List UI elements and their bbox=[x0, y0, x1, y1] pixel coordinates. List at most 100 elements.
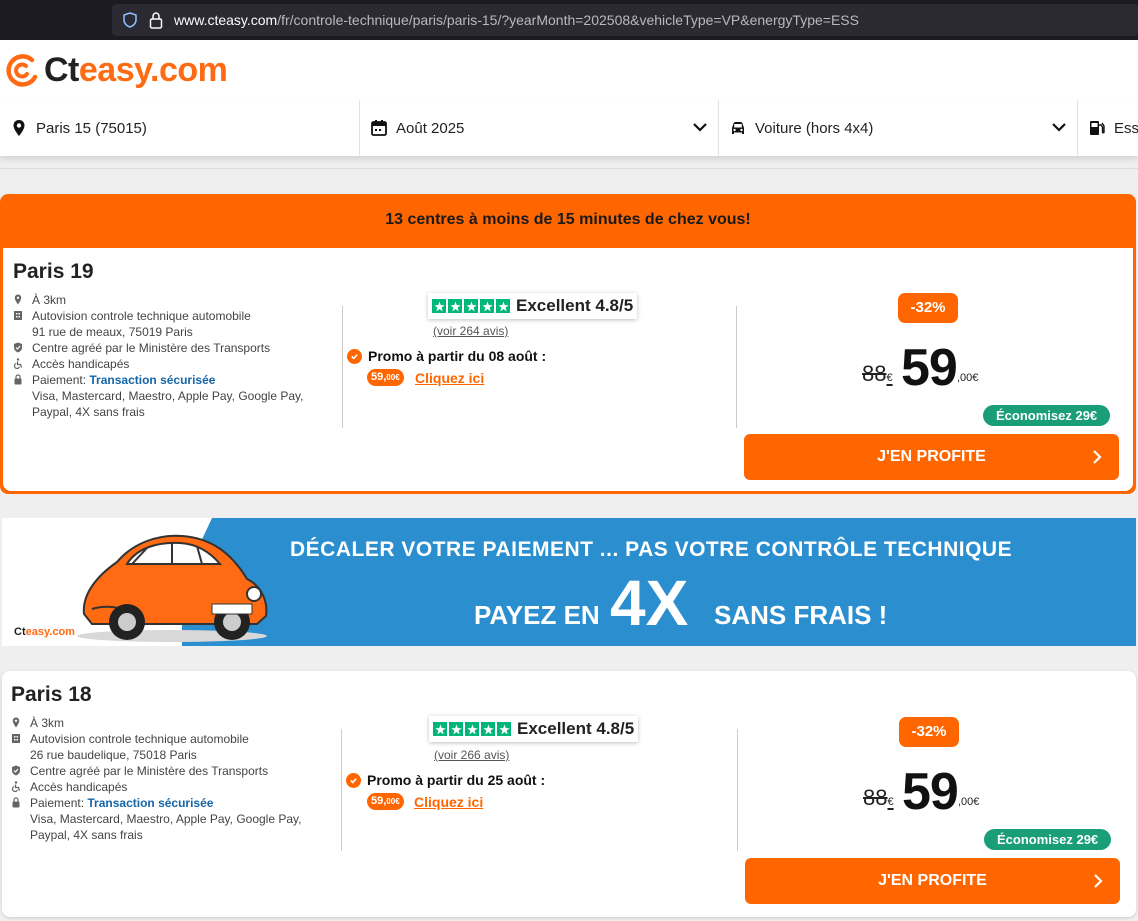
center-city: Paris 18 bbox=[11, 683, 92, 706]
divider bbox=[737, 729, 738, 851]
center-access: Accès handicapés bbox=[32, 357, 130, 371]
rating-text: Excellent 4.8/5 bbox=[517, 719, 635, 738]
energy-select[interactable]: Ess bbox=[1078, 100, 1138, 156]
star-icon bbox=[481, 722, 495, 736]
shield-check-icon bbox=[13, 340, 32, 356]
star-icon bbox=[496, 299, 510, 313]
discount-badge: -32% bbox=[898, 293, 958, 323]
discount-badge: -32% bbox=[899, 717, 959, 747]
price: 59 bbox=[901, 339, 958, 397]
wheelchair-icon bbox=[11, 779, 30, 795]
center-card: Paris 19 À 3km Autovision controle techn… bbox=[3, 248, 1133, 491]
center-info: À 3km Autovision controle technique auto… bbox=[13, 292, 333, 420]
chevron-right-icon bbox=[1094, 874, 1103, 888]
divider bbox=[736, 306, 737, 428]
payment-methods: Visa, Mastercard, Maestro, Apple Pay, Go… bbox=[32, 389, 304, 419]
center-agreement: Centre agréé par le Ministère des Transp… bbox=[30, 764, 269, 778]
divider bbox=[342, 306, 343, 428]
url-text[interactable]: www.cteasy.com/fr/controle-technique/par… bbox=[174, 12, 859, 28]
promo-price-pill: 59,00€ bbox=[367, 793, 404, 810]
chevron-down-icon bbox=[1052, 123, 1066, 132]
shield-check-icon bbox=[11, 763, 30, 779]
promo-link[interactable]: Cliquez ici bbox=[414, 794, 483, 810]
promo-line: Promo à partir du 08 août : bbox=[347, 348, 546, 364]
date-value: Août 2025 bbox=[396, 119, 465, 137]
fuel-pump-icon bbox=[1088, 119, 1106, 137]
rating-stars bbox=[432, 299, 510, 313]
price-cents: ,00€ bbox=[957, 372, 979, 384]
reviews-link[interactable]: (voir 266 avis) bbox=[434, 748, 509, 762]
energy-value: Ess bbox=[1114, 119, 1138, 137]
divider bbox=[0, 168, 1138, 169]
lock-icon[interactable] bbox=[148, 11, 164, 29]
payment-label: Paiement: bbox=[30, 796, 88, 810]
shield-icon[interactable] bbox=[122, 12, 138, 28]
trustpilot-rating[interactable]: Excellent 4.8/5 bbox=[428, 293, 638, 319]
url-path: /fr/controle-technique/paris/paris-15/?y… bbox=[277, 12, 859, 28]
savings-badge: Économisez 29€ bbox=[983, 405, 1111, 426]
promo-text: Promo à partir du 08 août : bbox=[368, 348, 547, 364]
payment-secure: Transaction sécurisée bbox=[89, 373, 216, 387]
star-icon bbox=[465, 722, 479, 736]
search-bar: Paris 15 (75015) Août 2025 Voiture (hors… bbox=[0, 100, 1138, 156]
date-select[interactable]: Août 2025 bbox=[360, 100, 719, 156]
center-address: 26 rue baudelique, 75018 Paris bbox=[30, 748, 197, 762]
check-circle-icon bbox=[347, 348, 362, 364]
browser-toolbar: www.cteasy.com/fr/controle-technique/par… bbox=[0, 0, 1138, 40]
reviews-link[interactable]: (voir 264 avis) bbox=[433, 324, 508, 338]
star-icon bbox=[497, 722, 511, 736]
payment-secure: Transaction sécurisée bbox=[87, 796, 214, 810]
jen-profite-button[interactable]: J'EN PROFITE bbox=[744, 434, 1119, 480]
calendar-icon bbox=[370, 119, 388, 137]
address-bar[interactable]: www.cteasy.com/fr/controle-technique/par… bbox=[112, 4, 1138, 36]
center-info: À 3km Autovision controle technique auto… bbox=[11, 715, 331, 843]
cta-label: J'EN PROFITE bbox=[878, 872, 987, 889]
banner-logo: Cteasy.com bbox=[14, 626, 75, 638]
payment-banner[interactable]: Cteasy.com DÉCALER VOTRE PAIEMENT ... PA… bbox=[2, 518, 1136, 646]
star-icon bbox=[449, 722, 463, 736]
star-icon bbox=[464, 299, 478, 313]
lock-icon bbox=[11, 795, 30, 811]
logo-swirl-icon bbox=[6, 54, 38, 87]
star-icon bbox=[480, 299, 494, 313]
promo-text: Promo à partir du 25 août : bbox=[367, 772, 546, 788]
site-header: Cteasy.com bbox=[0, 40, 1138, 100]
star-icon bbox=[448, 299, 462, 313]
location-field[interactable]: Paris 15 (75015) bbox=[0, 100, 360, 156]
old-price: 88€ bbox=[862, 361, 893, 386]
star-icon bbox=[433, 722, 447, 736]
map-pin-icon bbox=[13, 292, 32, 308]
promo-price-pill: 59,00€ bbox=[367, 369, 404, 386]
banner-headline: DÉCALER VOTRE PAIEMENT ... PAS VOTRE CON… bbox=[290, 538, 1013, 561]
promo-line: Promo à partir du 25 août : bbox=[346, 772, 545, 788]
trustpilot-rating[interactable]: Excellent 4.8/5 bbox=[429, 716, 639, 742]
payment-methods: Visa, Mastercard, Maestro, Apple Pay, Go… bbox=[30, 812, 302, 842]
site-logo[interactable]: Cteasy.com bbox=[2, 48, 228, 92]
center-address: 91 rue de meaux, 75019 Paris bbox=[32, 325, 193, 339]
map-pin-icon bbox=[10, 119, 28, 137]
divider bbox=[341, 729, 342, 851]
payment-label: Paiement: bbox=[32, 373, 90, 387]
chevron-down-icon bbox=[693, 123, 707, 132]
vehicle-select[interactable]: Voiture (hors 4x4) bbox=[719, 100, 1078, 156]
center-agreement: Centre agréé par le Ministère des Transp… bbox=[32, 341, 271, 355]
promo-link[interactable]: Cliquez ici bbox=[415, 370, 484, 386]
logo-text: Cteasy.com bbox=[44, 50, 228, 89]
cta-label: J'EN PROFITE bbox=[877, 448, 986, 465]
banner-text: SANS FRAIS ! bbox=[714, 600, 888, 630]
center-distance: À 3km bbox=[30, 716, 65, 730]
jen-profite-button[interactable]: J'EN PROFITE bbox=[745, 858, 1120, 904]
wheelchair-icon bbox=[13, 356, 32, 372]
location-value: Paris 15 (75015) bbox=[36, 119, 147, 137]
center-distance: À 3km bbox=[32, 293, 67, 307]
check-circle-icon bbox=[346, 772, 361, 788]
building-icon bbox=[13, 308, 32, 340]
banner-4x: 4X bbox=[610, 567, 689, 639]
lock-icon bbox=[13, 372, 32, 388]
banner-text: PAYEZ EN bbox=[474, 600, 600, 630]
price-cents: ,00€ bbox=[958, 796, 980, 808]
rating-stars bbox=[433, 722, 511, 736]
url-host: www.cteasy.com bbox=[174, 12, 278, 28]
center-name: Autovision controle technique automobile bbox=[30, 732, 249, 746]
map-pin-icon bbox=[11, 715, 30, 731]
